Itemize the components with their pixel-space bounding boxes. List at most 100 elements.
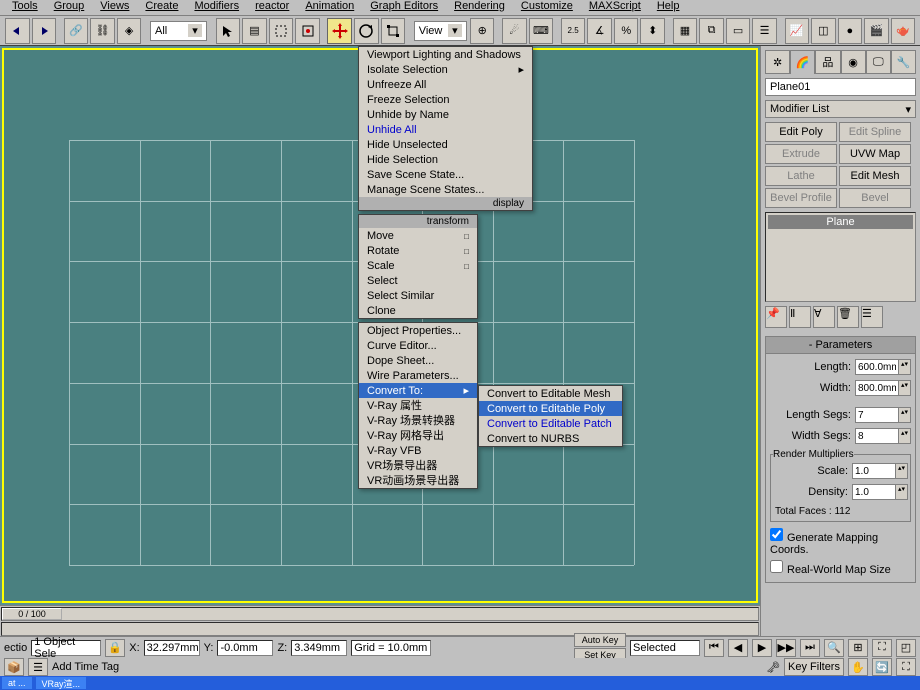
snap-toggle-button[interactable]: 2.5 (561, 18, 586, 44)
time-slider-thumb[interactable]: 0 / 100 (2, 608, 62, 620)
menu-curve-editor[interactable]: Curve Editor... (359, 338, 477, 353)
menu-select-similar[interactable]: Select Similar (359, 288, 477, 303)
mod-extrude[interactable]: Extrude (765, 144, 837, 164)
make-unique-button[interactable]: ∀ (813, 306, 835, 328)
tab-create[interactable]: ✲ (765, 50, 790, 74)
density-spinner[interactable]: ▴▾ (852, 484, 908, 500)
bind-button[interactable]: ◈ (117, 18, 142, 44)
schematic-button[interactable]: ◫ (811, 18, 836, 44)
track-bar[interactable] (1, 622, 759, 636)
link-button[interactable]: 🔗 (64, 18, 89, 44)
parameters-header[interactable]: - Parameters (766, 337, 915, 354)
wsegs-spinner[interactable]: ▴▾ (855, 428, 911, 444)
key-mode-combo[interactable]: Selected (630, 640, 700, 656)
tab-modify[interactable]: 🌈 (790, 50, 815, 74)
tab-hierarchy[interactable]: 品 (815, 50, 840, 74)
arc-rotate-button[interactable]: 🔄 (872, 658, 892, 676)
menu-manage-states[interactable]: Manage Scene States... (359, 182, 532, 197)
mod-edit-spline[interactable]: Edit Spline (839, 122, 911, 142)
menu-unhide-name[interactable]: Unhide by Name (359, 107, 532, 122)
modifier-stack[interactable]: Plane (765, 212, 916, 302)
select-rect-button[interactable] (269, 18, 294, 44)
add-time-tag[interactable]: Add Time Tag (52, 661, 132, 673)
gen-map-checkbox[interactable] (770, 528, 783, 541)
menu-wire-params[interactable]: Wire Parameters... (359, 368, 477, 383)
render-button[interactable]: 🫖 (891, 18, 916, 44)
menu-rendering[interactable]: Rendering (446, 0, 513, 15)
goto-end-button[interactable]: ⏭ (800, 639, 820, 657)
mod-lathe[interactable]: Lathe (765, 166, 837, 186)
menu-vray-props[interactable]: V-Ray 属性 (359, 398, 477, 413)
length-spinner[interactable]: ▴▾ (855, 359, 911, 375)
maxscript-button[interactable]: 📦 (4, 658, 24, 676)
pivot-button[interactable]: ⊕ (470, 18, 495, 44)
tab-motion[interactable]: ◉ (841, 50, 866, 74)
menu-tools[interactable]: Tools (4, 0, 46, 15)
zoom-button[interactable]: 🔍 (824, 639, 844, 657)
menu-unfreeze-all[interactable]: Unfreeze All (359, 77, 532, 92)
selection-filter-combo[interactable]: All▾ (150, 21, 207, 41)
menu-vr-anim-export[interactable]: VR动画场景导出器 (359, 473, 477, 488)
menu-select[interactable]: Select (359, 273, 477, 288)
x-field[interactable]: 32.297mm (144, 640, 200, 656)
menu-vray-converter[interactable]: V-Ray 场景转换器 (359, 413, 477, 428)
material-editor-button[interactable]: ● (838, 18, 863, 44)
scale-spinner[interactable]: ▴▾ (852, 463, 908, 479)
modifier-list-combo[interactable]: Modifier List▾ (765, 100, 916, 118)
menu-scale[interactable]: Scale□ (359, 258, 477, 273)
pan-button[interactable]: ✋ (848, 658, 868, 676)
menu-convert-nurbs[interactable]: Convert to NURBS (479, 431, 622, 446)
menu-obj-props[interactable]: Object Properties... (359, 323, 477, 338)
angle-snap-button[interactable]: ∡ (587, 18, 612, 44)
key-filters-button[interactable]: Key Filters (784, 658, 844, 676)
menu-reactor[interactable]: reactor (247, 0, 297, 15)
menu-vray-mesh-export[interactable]: V-Ray 网格导出 (359, 428, 477, 443)
lsegs-spinner[interactable]: ▴▾ (855, 407, 911, 423)
menu-clone[interactable]: Clone (359, 303, 477, 318)
scale-button[interactable] (381, 18, 406, 44)
unlink-button[interactable]: ⛓ (90, 18, 115, 44)
select-by-name-button[interactable]: ▤ (242, 18, 267, 44)
menu-vray-vfb[interactable]: V-Ray VFB (359, 443, 477, 458)
mod-uvw-map[interactable]: UVW Map (839, 144, 911, 164)
y-field[interactable]: -0.0mm (217, 640, 273, 656)
undo-button[interactable] (5, 18, 30, 44)
menu-move[interactable]: Move□ (359, 228, 477, 243)
keyboard-button[interactable]: ⌨ (529, 18, 554, 44)
layers-button[interactable]: ☰ (752, 18, 777, 44)
move-button[interactable] (327, 18, 352, 44)
select-object-button[interactable] (216, 18, 241, 44)
play-button[interactable]: ▶ (752, 639, 772, 657)
tab-display[interactable]: 🖵 (866, 50, 891, 74)
menu-customize[interactable]: Customize (513, 0, 581, 15)
mirror-button[interactable]: ⧉ (699, 18, 724, 44)
show-result-button[interactable]: Ⅱ (789, 306, 811, 328)
menu-grapheditors[interactable]: Graph Editors (362, 0, 446, 15)
menu-rotate[interactable]: Rotate□ (359, 243, 477, 258)
menu-hide-selection[interactable]: Hide Selection (359, 152, 532, 167)
mod-bevel-profile[interactable]: Bevel Profile (765, 188, 837, 208)
goto-start-button[interactable]: ⏮ (704, 639, 724, 657)
mod-edit-poly[interactable]: Edit Poly (765, 122, 837, 142)
next-frame-button[interactable]: ▶▶ (776, 639, 796, 657)
menu-hide-unselected[interactable]: Hide Unselected (359, 137, 532, 152)
time-slider[interactable]: 0 / 100 (1, 607, 759, 621)
real-world-checkbox[interactable] (770, 560, 783, 573)
menu-create[interactable]: Create (137, 0, 186, 15)
menu-freeze[interactable]: Freeze Selection (359, 92, 532, 107)
auto-key-button[interactable]: Auto Key (574, 633, 626, 647)
menu-vr-scene-export[interactable]: VR场景导出器 (359, 458, 477, 473)
width-spinner[interactable]: ▴▾ (855, 380, 911, 396)
configure-sets-button[interactable]: ☰ (861, 306, 883, 328)
menu-convert-mesh[interactable]: Convert to Editable Mesh (479, 386, 622, 401)
menu-convert-to[interactable]: Convert To:▸ (359, 383, 477, 398)
zoom-all-button[interactable]: ⊞ (848, 639, 868, 657)
prompt-button[interactable]: ☰ (28, 658, 48, 676)
menu-save-state[interactable]: Save Scene State... (359, 167, 532, 182)
menu-views[interactable]: Views (92, 0, 137, 15)
spinner-snap-button[interactable]: ⬍ (640, 18, 665, 44)
object-name-field[interactable] (765, 78, 916, 96)
lock-selection-button[interactable]: 🔒 (105, 639, 125, 657)
menu-viewport-lighting[interactable]: Viewport Lighting and Shadows▸ (359, 47, 532, 62)
render-setup-button[interactable]: 🎬 (864, 18, 889, 44)
